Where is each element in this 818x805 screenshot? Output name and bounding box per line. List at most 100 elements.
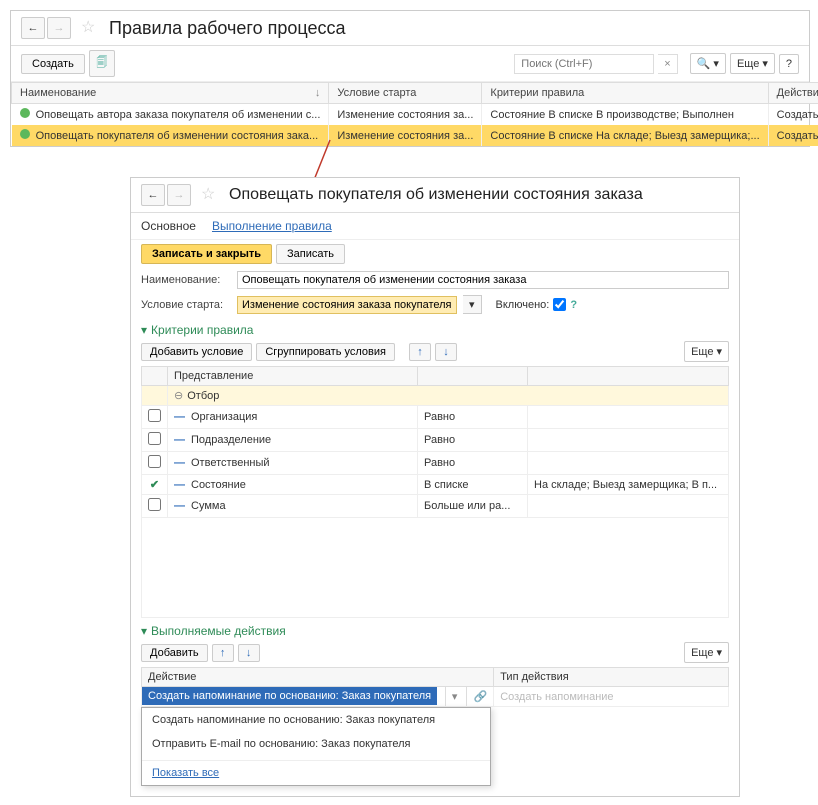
move-up-button[interactable]: ↑	[212, 644, 234, 662]
criteria-col-representation[interactable]: Представление	[168, 367, 418, 386]
dropdown-option[interactable]: Отправить E-mail по основанию: Заказ пок…	[142, 732, 490, 756]
tab-main[interactable]: Основное	[141, 219, 196, 233]
criteria-checkbox[interactable]	[148, 498, 161, 511]
action-row[interactable]: Создать напоминание по основанию: Заказ …	[142, 687, 729, 707]
move-up-button[interactable]: ↑	[409, 343, 431, 361]
more-label: Еще	[737, 58, 759, 70]
copy-button[interactable]: 🗐	[89, 50, 115, 77]
col-header-name[interactable]: Наименование↓	[12, 83, 329, 104]
name-label: Наименование:	[141, 274, 231, 286]
actions-more-button[interactable]: Еще ▾	[684, 642, 729, 663]
checked-icon[interactable]: ✔	[150, 479, 159, 491]
criteria-checkbox[interactable]	[148, 455, 161, 468]
collapse-icon: ▾	[141, 323, 147, 337]
copy-icon: 🗐	[96, 57, 107, 69]
sort-indicator-icon: ↓	[315, 87, 321, 99]
criteria-more-button[interactable]: Еще ▾	[684, 341, 729, 362]
detail-toolbar: Записать и закрыть Записать	[131, 240, 739, 268]
action-dropdown-button[interactable]: ▾	[445, 687, 464, 706]
rules-table: Наименование↓ Условие старта Критерии пр…	[11, 82, 818, 146]
dropdown-show-all[interactable]: Показать все	[142, 760, 490, 785]
enabled-checkbox[interactable]	[553, 298, 566, 311]
favorite-star-icon[interactable]: ☆	[81, 18, 101, 38]
add-condition-button[interactable]: Добавить условие	[141, 343, 252, 361]
more-menu-button[interactable]: Еще ▾	[730, 53, 775, 74]
favorite-star-icon[interactable]: ☆	[201, 185, 221, 205]
criteria-table: Представление ⊖Отбор —Организация Равно …	[141, 366, 729, 618]
nav-forward-button[interactable]: →	[47, 17, 71, 39]
caret-down-icon: ▾	[762, 57, 768, 70]
name-input[interactable]	[237, 271, 729, 289]
save-and-close-button[interactable]: Записать и закрыть	[141, 244, 272, 264]
actions-col-action[interactable]: Действие	[142, 668, 494, 687]
action-link-button[interactable]: 🔗	[466, 687, 493, 706]
criteria-section-header[interactable]: ▾ Критерии правила	[131, 317, 739, 339]
col-header-actions[interactable]: Действия	[768, 83, 818, 104]
nav-back-button[interactable]: ←	[141, 184, 165, 206]
create-button[interactable]: Создать	[21, 54, 85, 74]
tree-toggle-icon[interactable]: ⊖	[174, 390, 183, 402]
move-down-button[interactable]: ↓	[238, 644, 260, 662]
status-dot-icon	[20, 108, 30, 118]
save-button[interactable]: Записать	[276, 244, 345, 264]
search-clear-button[interactable]: ×	[658, 54, 677, 74]
search-dropdown-button[interactable]: 🔍▾	[690, 53, 726, 74]
dash-icon: —	[174, 479, 185, 491]
start-label: Условие старта:	[141, 299, 231, 311]
status-dot-icon	[20, 129, 30, 139]
actions-toolbar: Добавить ↑ ↓ Еще ▾	[131, 640, 739, 667]
criteria-col-check	[142, 367, 168, 386]
actions-section-header[interactable]: ▾ Выполняемые действия	[131, 618, 739, 640]
criteria-checkbox[interactable]	[148, 409, 161, 422]
page-title: Правила рабочего процесса	[109, 18, 346, 39]
dropdown-option[interactable]: Создать напоминание по основанию: Заказ …	[142, 708, 490, 732]
caret-down-icon: ▾	[716, 646, 722, 659]
criteria-toolbar: Добавить условие Сгруппировать условия ↑…	[131, 339, 739, 366]
move-down-button[interactable]: ↓	[435, 343, 457, 361]
action-dropdown: Создать напоминание по основанию: Заказ …	[141, 707, 491, 786]
start-condition-row: Условие старта: ▾ Включено: ?	[131, 292, 739, 317]
dash-icon: —	[174, 411, 185, 423]
nav-back-button[interactable]: ←	[21, 17, 45, 39]
criteria-row[interactable]: —Сумма Больше или ра...	[142, 495, 729, 518]
detail-titlebar: ← → ☆ Оповещать покупателя об изменении …	[131, 178, 739, 213]
detail-title: Оповещать покупателя об изменении состоя…	[229, 186, 643, 204]
start-condition-input[interactable]	[237, 296, 457, 314]
help-icon[interactable]: ?	[570, 299, 577, 311]
rules-list-panel: ← → ☆ Правила рабочего процесса Создать …	[10, 10, 810, 147]
action-value[interactable]: Создать напоминание по основанию: Заказ …	[142, 687, 437, 705]
enabled-label: Включено:	[496, 299, 550, 311]
detail-tabs: Основное Выполнение правила	[131, 213, 739, 240]
actions-table: Действие Тип действия Создать напоминани…	[141, 667, 729, 707]
criteria-row[interactable]: ✔ —Состояние В списке На складе; Выезд з…	[142, 475, 729, 495]
rule-detail-panel: ← → ☆ Оповещать покупателя об изменении …	[130, 177, 740, 797]
criteria-col-operator	[418, 367, 528, 386]
criteria-checkbox[interactable]	[148, 432, 161, 445]
help-button[interactable]: ?	[779, 54, 799, 74]
collapse-icon: ▾	[141, 624, 147, 638]
dash-icon: —	[174, 434, 185, 446]
col-header-criteria[interactable]: Критерии правила	[482, 83, 768, 104]
dash-icon: —	[174, 500, 185, 512]
dash-icon: —	[174, 457, 185, 469]
table-row[interactable]: Оповещать автора заказа покупателя об из…	[12, 104, 818, 126]
search-input[interactable]	[514, 54, 654, 74]
criteria-filter-row[interactable]: ⊖Отбор	[142, 386, 729, 406]
action-type-placeholder: Создать напоминание	[494, 688, 619, 706]
criteria-row[interactable]: —Подразделение Равно	[142, 429, 729, 452]
caret-down-icon: ▾	[713, 57, 719, 70]
main-toolbar: Создать 🗐 × 🔍▾ Еще ▾ ?	[11, 46, 809, 82]
start-condition-dropdown-button[interactable]: ▾	[463, 295, 482, 314]
caret-down-icon: ▾	[716, 345, 722, 358]
criteria-row[interactable]: —Организация Равно	[142, 406, 729, 429]
tab-execution[interactable]: Выполнение правила	[212, 219, 332, 233]
actions-col-type[interactable]: Тип действия	[494, 668, 729, 687]
col-header-start[interactable]: Условие старта	[329, 83, 482, 104]
titlebar: ← → ☆ Правила рабочего процесса	[11, 11, 809, 46]
nav-forward-button[interactable]: →	[167, 184, 191, 206]
group-conditions-button[interactable]: Сгруппировать условия	[256, 343, 395, 361]
table-row-selected[interactable]: Оповещать покупателя об изменении состоя…	[12, 125, 818, 146]
name-row: Наименование:	[131, 268, 739, 292]
criteria-row[interactable]: —Ответственный Равно	[142, 452, 729, 475]
add-action-button[interactable]: Добавить	[141, 644, 208, 662]
